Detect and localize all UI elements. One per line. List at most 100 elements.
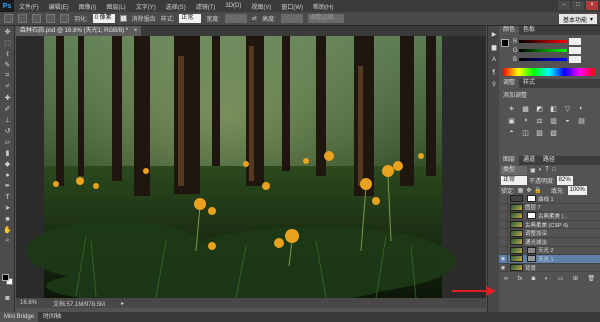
slider-b[interactable]: B [505,55,581,64]
layer-name[interactable]: 古典柔美 (... [538,212,568,220]
marquee-tool-icon[interactable]: ⬚ [2,38,13,48]
new-group-icon[interactable]: ▭ [558,275,564,282]
height-input[interactable] [280,14,303,23]
quick-select-tool-icon[interactable]: ✎ [2,60,13,70]
path-select-tool-icon[interactable]: ➤ [2,203,13,213]
paragraph-icon[interactable]: ¶ [489,68,499,78]
photo-filter-icon[interactable]: ⚖ [535,116,544,125]
posterize-icon[interactable]: ◓ [507,128,516,137]
eyedropper-tool-icon[interactable]: ⌿ [2,82,13,92]
invert-icon[interactable]: ▤ [577,116,586,125]
tab-timeline[interactable]: 时间轴 [39,312,66,322]
glyph-icon[interactable]: Ŷ [489,81,499,91]
play-icon[interactable]: ▶ [489,29,499,39]
tab-channels[interactable]: 通道 [519,156,540,165]
gradient-map-icon[interactable]: ▨ [535,128,544,137]
color-balance-icon[interactable]: ▣ [507,116,516,125]
slider-g-value[interactable] [569,47,581,54]
eraser-tool-icon[interactable]: ▱ [2,137,13,147]
slider-b-value[interactable] [569,56,581,63]
workspace-switcher[interactable]: 基本功能 ▾ [558,14,597,24]
layer-mask-thumbnail[interactable] [527,195,536,203]
channel-mixer-icon[interactable]: ▥ [549,116,558,125]
lock-position-icon[interactable]: ✥ [526,187,531,194]
filter-adjust-icon[interactable]: ◐ [539,167,543,173]
tab-swatches[interactable]: 色板 [519,26,540,35]
layer-name[interactable]: 图层 7 [525,203,541,211]
vibrance-icon[interactable]: ▽ [563,104,572,113]
history-brush-tool-icon[interactable]: ↺ [2,126,13,136]
menu-file[interactable]: 文件(F) [14,2,44,11]
layer-row[interactable]: 古典柔美 (... [499,211,600,221]
black-white-icon[interactable]: ◑ [521,116,530,125]
clone-stamp-tool-icon[interactable]: ⊥ [2,115,13,125]
status-menu-icon[interactable]: ▸ [121,300,124,307]
layer-name[interactable]: 天光 1 [538,255,554,263]
subtract-selection-icon[interactable] [46,14,55,23]
menu-layer[interactable]: 图层(L) [101,2,130,11]
fx-icon[interactable]: fx [518,276,523,282]
layer-name[interactable]: 通光减淡 [525,238,547,246]
brush-tool-icon[interactable]: ✐ [2,104,13,114]
tab-color[interactable]: 颜色 [499,26,520,35]
menu-3d[interactable]: 3D(D) [220,3,246,9]
slider-g-bar[interactable] [519,49,567,52]
menu-type[interactable]: 文字(Y) [131,2,161,11]
filter-shape-icon[interactable]: □ [552,167,556,173]
lock-all-icon[interactable]: 🔒 [534,187,541,194]
width-input[interactable] [225,14,248,23]
slider-r[interactable]: R [505,37,581,46]
add-selection-icon[interactable] [32,14,41,23]
slider-b-bar[interactable] [519,58,567,61]
menu-window[interactable]: 窗口(W) [276,2,308,11]
new-layer-icon[interactable]: ⊞ [573,275,578,282]
menu-image[interactable]: 图像(I) [74,2,102,11]
visibility-toggle[interactable] [499,220,508,229]
new-selection-icon[interactable] [18,14,27,23]
layer-row-selected[interactable]: ◉ 天光 1 [499,254,600,264]
zoom-tool-icon[interactable]: ⌕ [2,236,13,246]
link-icon[interactable]: ∞ [504,276,508,282]
blur-tool-icon[interactable]: ◆ [2,159,13,169]
visibility-toggle[interactable] [499,194,508,203]
layer-name[interactable]: 曲线 1 [538,195,554,203]
layer-row[interactable]: 图层 7 [499,203,600,213]
style-select[interactable]: 正常 [179,14,202,23]
color-spectrum[interactable] [503,68,595,76]
layer-row[interactable]: 调整加深 [499,229,600,238]
zoom-level[interactable]: 16.6% [20,300,37,306]
pen-tool-icon[interactable]: ✒ [2,181,13,191]
menu-filter[interactable]: 滤镜(T) [191,2,221,11]
menu-edit[interactable]: 编辑(E) [44,2,74,11]
blend-mode-select[interactable]: 正常 [501,175,527,185]
tab-adjustments[interactable]: 调整 [499,79,520,88]
marquee-preset-icon[interactable] [4,14,13,23]
swap-icon[interactable]: ⇄ [252,15,257,22]
move-tool-icon[interactable]: ✥ [2,27,13,37]
maximize-button[interactable]: □ [572,1,584,10]
layer-name[interactable]: 背景 [525,264,536,272]
character-icon[interactable]: A [489,55,499,65]
layer-row[interactable]: ◉ 背景 [499,263,600,273]
tab-layers[interactable]: 图层 [499,156,520,165]
lasso-tool-icon[interactable]: ℓ [2,49,13,59]
foreground-color-swatch[interactable] [2,274,9,281]
dodge-tool-icon[interactable]: ● [2,170,13,180]
slider-r-value[interactable] [569,38,581,45]
slider-r-bar[interactable] [519,40,567,43]
tab-paths[interactable]: 路径 [539,156,560,165]
menu-view[interactable]: 视图(V) [246,2,276,11]
tab-styles[interactable]: 样式 [519,79,540,88]
add-mask-icon[interactable]: ◙ [532,276,536,282]
feather-input[interactable]: 0 像素 [92,14,115,23]
document-tab[interactable]: 森林石蒜.psd @ 16.6% (天光1, RGB/8) * × [16,26,142,36]
color-lookup-icon[interactable]: ◒ [563,116,572,125]
selective-color-icon[interactable]: ▧ [549,128,558,137]
refine-edge-button[interactable]: 调整边缘... [307,14,344,23]
crop-tool-icon[interactable]: ⌗ [2,71,13,81]
forest-photo[interactable] [16,36,486,298]
visibility-toggle[interactable] [499,211,508,220]
curves-icon[interactable]: ◩ [535,104,544,113]
slider-g[interactable]: G [505,46,581,55]
brightness-icon[interactable]: ☀ [507,104,516,113]
